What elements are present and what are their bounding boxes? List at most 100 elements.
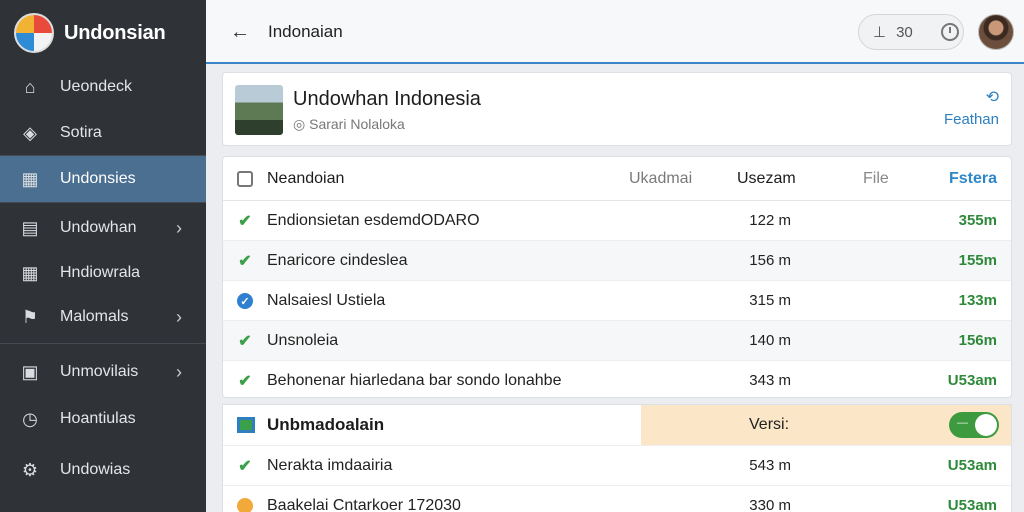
- gear-icon: ⚙: [21, 459, 39, 480]
- row-size: 122 m: [749, 212, 791, 229]
- location-icon: ◎: [293, 116, 310, 132]
- grid-icon: ▦: [21, 262, 39, 283]
- sidebar-item-label: Ueondeck: [60, 78, 133, 95]
- table-row[interactable]: ✔ Enaricore cindeslea 156 m 155m: [223, 241, 1011, 281]
- row-name: Nalsaiesl Ustiela: [267, 292, 386, 309]
- sidebar-item-unmovilais[interactable]: ▣ Unmovilais ›: [0, 349, 206, 395]
- sidebar-item-hndiowrala[interactable]: ▦ Hndiowrala: [0, 250, 206, 296]
- row-value: U53am: [947, 457, 997, 474]
- column-header[interactable]: Neandoian: [267, 170, 344, 188]
- table-row[interactable]: ✔ Behonenar hiarledana bar sondo lonahbe…: [223, 361, 1011, 397]
- app-name: Undonsian: [64, 21, 166, 44]
- row-value: U53am: [947, 497, 997, 512]
- calendar-icon: ▣: [21, 361, 39, 382]
- section-header: Unbmadoalain Versi: —: [223, 405, 1011, 445]
- logo-icon: [14, 13, 54, 53]
- row-value: 355m: [958, 212, 997, 229]
- check-icon: ✔: [238, 253, 252, 270]
- table-row[interactable]: ✔ Nerakta imdaairia 543 m U53am: [223, 445, 1011, 485]
- table-row[interactable]: ✓ Nalsaiesl Ustiela 315 m 133m: [223, 281, 1011, 321]
- info-subtitle: ◎ Sarari Nolaloka: [293, 116, 405, 133]
- column-header[interactable]: Usezam: [737, 170, 796, 188]
- sidebar-item-hoantiulas[interactable]: ◷ Hoantiulas: [0, 396, 206, 442]
- chevron-right-icon: ›: [176, 306, 182, 327]
- version-label: Versi:: [749, 416, 790, 433]
- header: ← Indonaian ⊥ 30: [206, 0, 1024, 64]
- sidebar: Undonsian ⌂ Ueondeck ◈ Sotira ▦ Undonsie…: [0, 0, 206, 512]
- row-size: 156 m: [749, 252, 791, 269]
- document-icon: ▤: [21, 217, 39, 238]
- info-title: Undowhan Indonesia: [293, 88, 481, 110]
- chevron-right-icon: ›: [176, 217, 182, 238]
- info-card: Undowhan Indonesia ◎ Sarari Nolaloka ⟲ F…: [222, 72, 1012, 146]
- version-section: Unbmadoalain Versi: — ✔ Nerakta imdaairi…: [222, 404, 1012, 512]
- pill-count: 30: [896, 23, 913, 41]
- sidebar-item-label: Hndiowrala: [60, 264, 141, 281]
- row-name: Behonenar hiarledana bar sondo lonahbe: [267, 372, 562, 389]
- toggle-on-icon: —: [957, 417, 968, 429]
- row-name: Unsnoleia: [267, 332, 339, 349]
- avatar[interactable]: [978, 14, 1014, 50]
- row-value: 156m: [958, 332, 997, 349]
- page-title: Indonaian: [268, 22, 343, 41]
- sidebar-item-label: Undowhan: [60, 219, 137, 236]
- flag-icon: ⚑: [21, 306, 39, 327]
- table-row[interactable]: ✔ Endionsietan esdemdODARO 122 m 355m: [223, 201, 1011, 241]
- version-toggle[interactable]: —: [949, 412, 999, 438]
- check-icon: ✔: [238, 213, 252, 230]
- row-name: Endionsietan esdemdODARO: [267, 212, 480, 229]
- pin-icon: ⊥: [873, 24, 887, 41]
- check-icon: ✔: [238, 333, 252, 350]
- sidebar-item-ueondeck[interactable]: ⌂ Ueondeck: [0, 64, 206, 110]
- table-header: Neandoian Ukadmai Usezam File Fstera: [223, 157, 1011, 201]
- sidebar-item-undowhan[interactable]: ▤ Undowhan ›: [0, 205, 206, 251]
- sidebar-item-label: Undonsies: [60, 170, 136, 187]
- check-icon: ✔: [238, 458, 252, 475]
- column-header[interactable]: Ukadmai: [629, 170, 692, 188]
- table-row[interactable]: ✔ Unsnoleia 140 m 156m: [223, 321, 1011, 361]
- chart-icon: ▦: [21, 168, 39, 189]
- check-icon: ✔: [238, 373, 252, 390]
- row-size: 543 m: [749, 457, 791, 474]
- row-size: 330 m: [749, 497, 791, 512]
- row-size: 315 m: [749, 292, 791, 309]
- row-name: Nerakta imdaairia: [267, 457, 393, 474]
- section-icon: [237, 417, 255, 433]
- row-size: 343 m: [749, 372, 791, 389]
- sidebar-item-label: Hoantiulas: [60, 410, 136, 427]
- sidebar-item-label: Undowias: [60, 461, 131, 478]
- thumbnail-image: [235, 85, 283, 135]
- divider: [0, 343, 206, 344]
- sidebar-item-label: Unmovilais: [60, 363, 139, 380]
- divider: [0, 202, 206, 203]
- file-table: Neandoian Ukadmai Usezam File Fstera ✔ E…: [222, 156, 1012, 398]
- status-pill[interactable]: ⊥ 30: [858, 14, 964, 50]
- tag-icon: ◈: [23, 122, 37, 143]
- row-value: U53am: [947, 372, 997, 389]
- info-check-icon: ✓: [237, 293, 253, 309]
- sidebar-item-undonsies[interactable]: ▦ Undonsies: [0, 156, 206, 202]
- share-icon[interactable]: ⟲: [986, 87, 999, 107]
- sidebar-item-label: Malomals: [60, 308, 129, 325]
- brand[interactable]: Undonsian: [0, 0, 206, 66]
- sidebar-item-sotira[interactable]: ◈ Sotira: [0, 110, 206, 156]
- info-subtitle-text: Sarari Nolaloka: [309, 116, 405, 132]
- column-header[interactable]: File: [863, 170, 889, 188]
- row-value: 155m: [958, 252, 997, 269]
- table-row[interactable]: Baakelai Cntarkoer 172030 330 m U53am: [223, 485, 1011, 512]
- row-name: Baakelai Cntarkoer 172030: [267, 497, 461, 512]
- warning-icon: [237, 498, 253, 512]
- column-header[interactable]: Fstera: [949, 170, 997, 188]
- back-arrow-icon[interactable]: ←: [228, 20, 252, 44]
- sidebar-item-label: Sotira: [60, 124, 102, 141]
- info-action-link[interactable]: Feathan: [944, 111, 999, 128]
- sidebar-item-malomals[interactable]: ⚑ Malomals ›: [0, 294, 206, 340]
- select-all-checkbox[interactable]: [237, 171, 253, 187]
- row-name: Enaricore cindeslea: [267, 252, 408, 269]
- house-icon: ⌂: [24, 76, 36, 97]
- chevron-right-icon: ›: [176, 361, 182, 382]
- section-title: Unbmadoalain: [267, 415, 385, 434]
- clock-icon: [940, 23, 959, 41]
- sidebar-item-undowias[interactable]: ⚙ Undowias: [0, 447, 206, 493]
- row-value: 133m: [958, 292, 997, 309]
